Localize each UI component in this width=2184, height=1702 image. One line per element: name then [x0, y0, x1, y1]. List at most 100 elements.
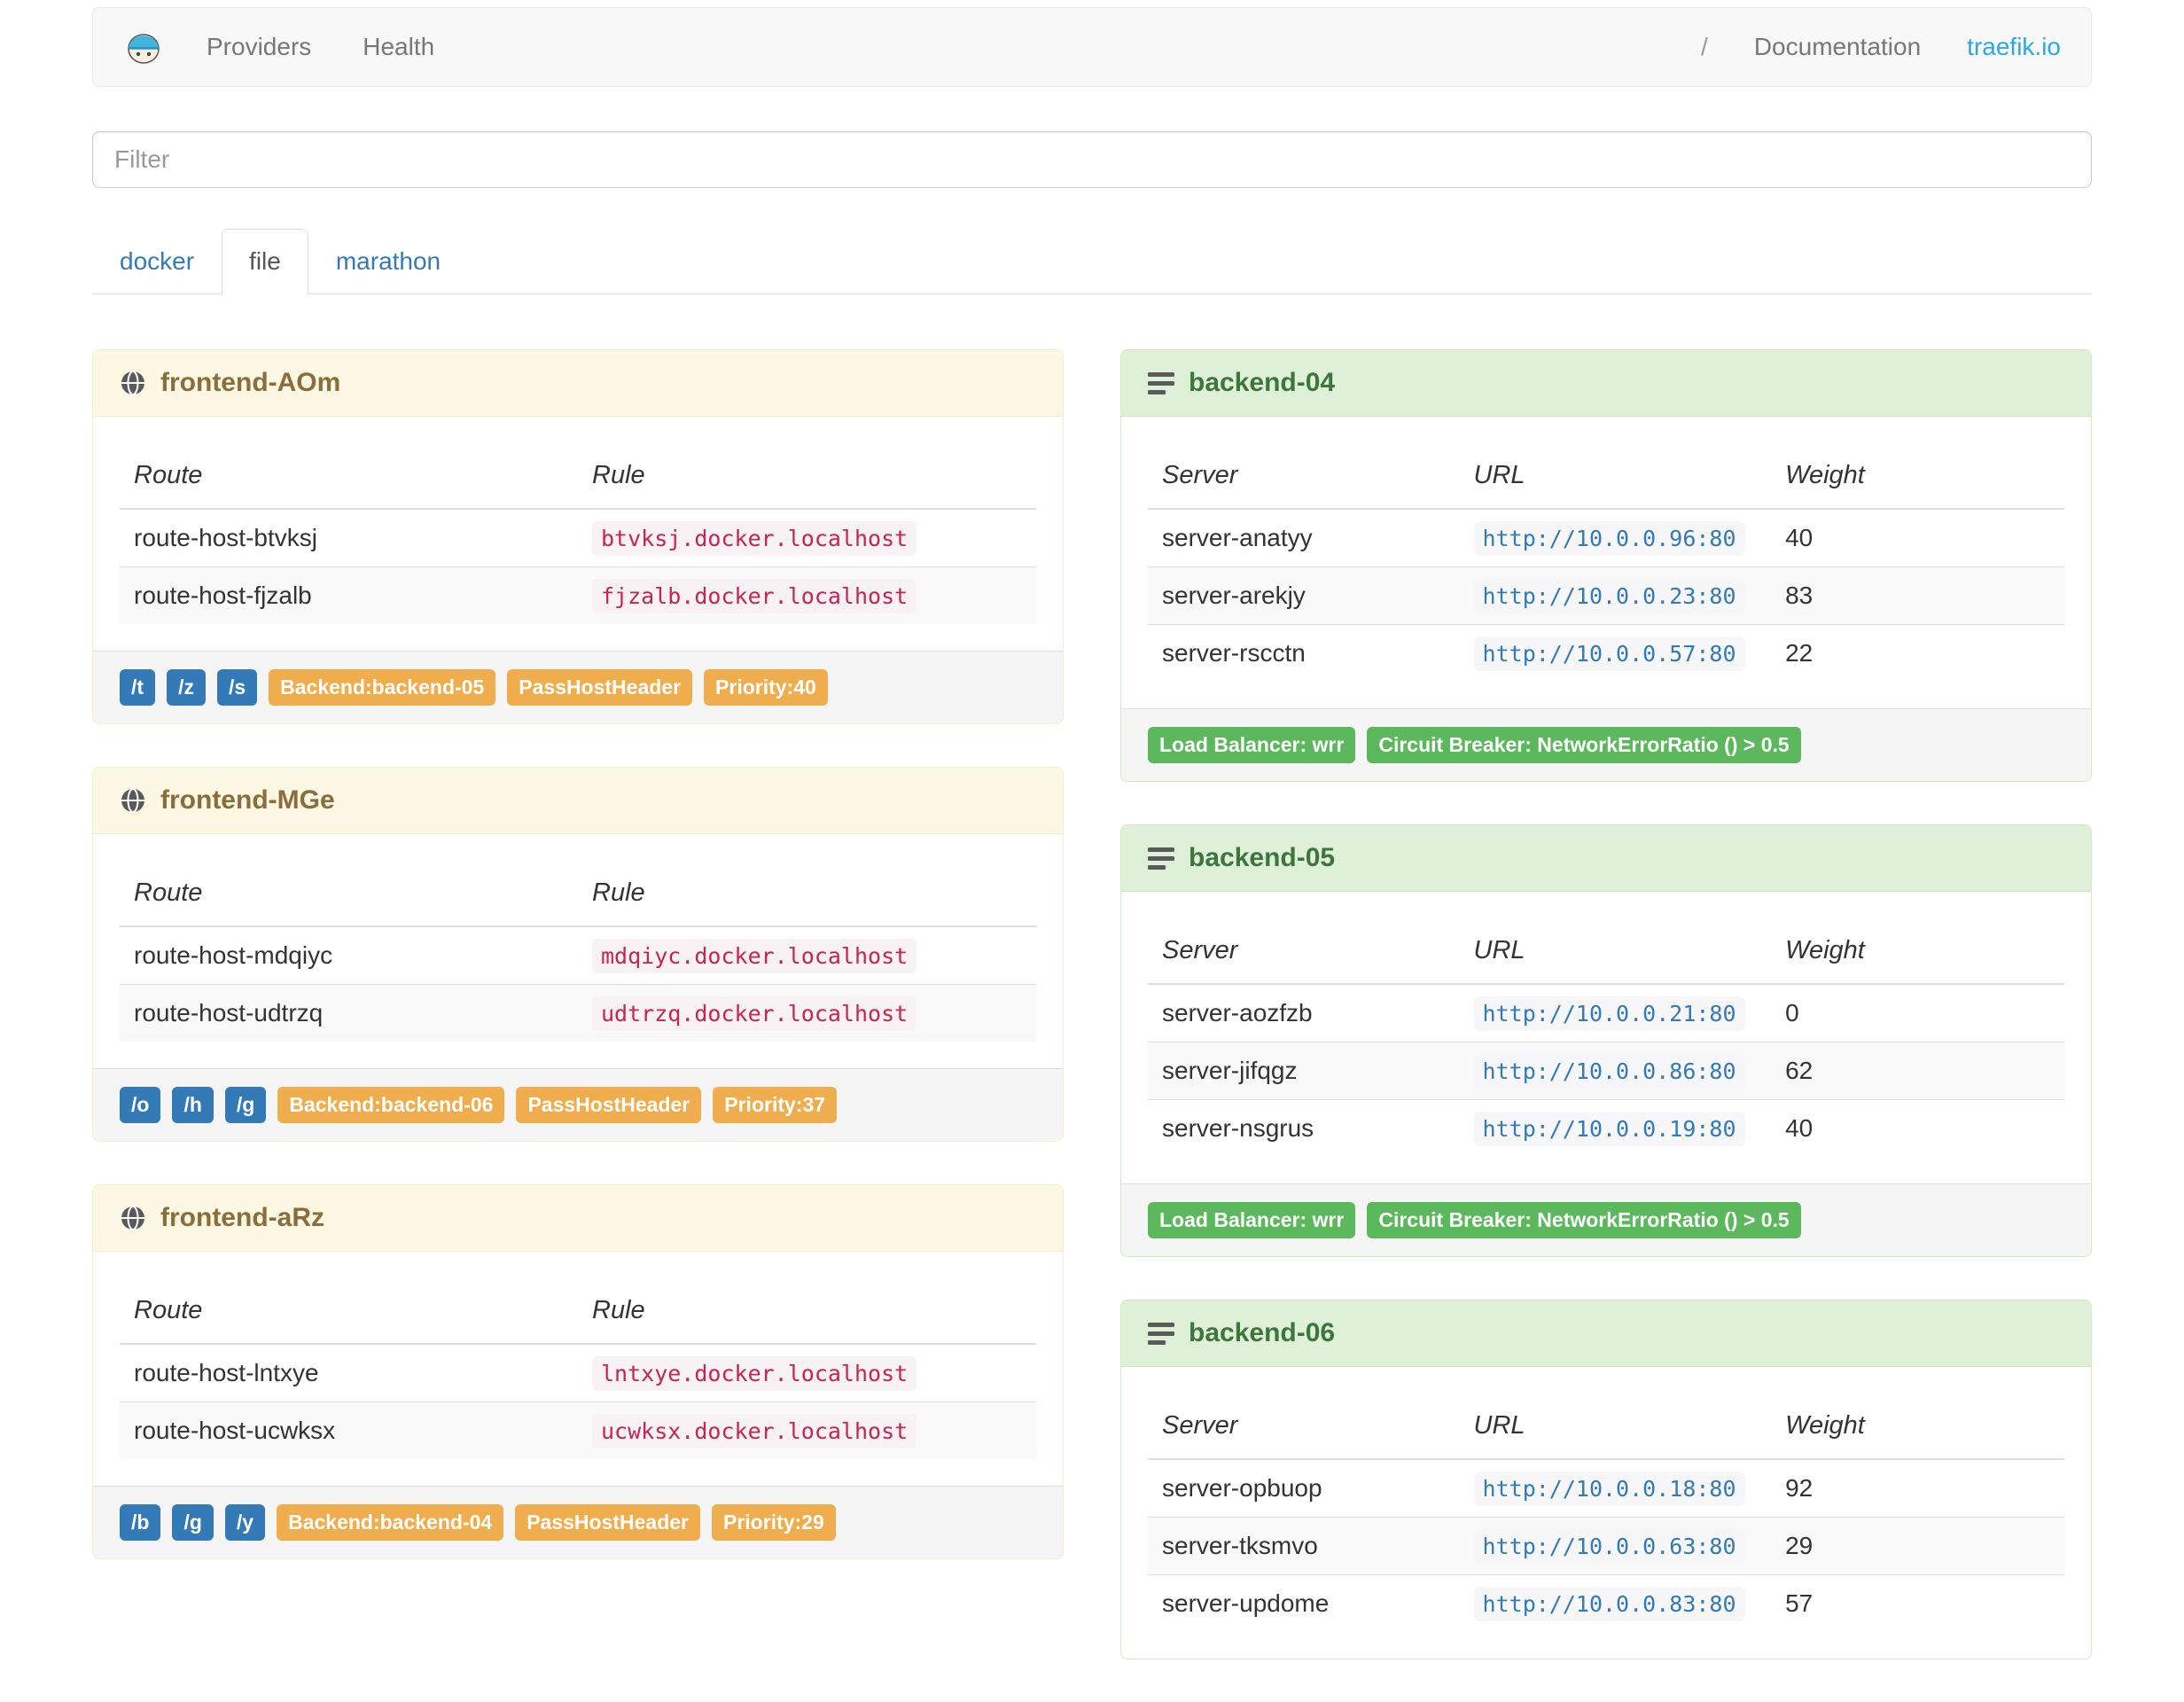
column-header-url: URL: [1459, 1394, 1772, 1460]
route-rule: btvksj.docker.localhost: [592, 521, 917, 556]
table-row: route-host-ucwksx ucwksx.docker.localhos…: [120, 1401, 1036, 1459]
column-header-rule: Rule: [578, 1278, 1036, 1345]
backend-card-footer: Load Balancer: wrr Circuit Breaker: Netw…: [1121, 1183, 2091, 1256]
backend-badge: Backend:backend-05: [269, 669, 496, 706]
table-row: route-host-fjzalb fjzalb.docker.localhos…: [120, 566, 1036, 624]
frontend-card-body: Route Rule route-host-lntxye lntxye.dock…: [93, 1252, 1063, 1486]
column-header-rule: Rule: [578, 861, 1036, 927]
nav-item-health[interactable]: Health: [363, 33, 434, 61]
server-icon: [1148, 1322, 1174, 1345]
backend-badge: Backend:backend-06: [277, 1087, 505, 1123]
frontend-card-header: frontend-MGe: [93, 768, 1063, 834]
table-row: route-host-udtrzq udtrzq.docker.localhos…: [120, 984, 1036, 1042]
path-badge: /g: [224, 1087, 267, 1123]
navbar: Providers Health / Documentation traefik…: [92, 7, 2092, 87]
server-icon: [1148, 847, 1174, 870]
passhostheader-badge: PassHostHeader: [507, 669, 693, 706]
route-rule: lntxye.docker.localhost: [592, 1356, 917, 1391]
passhostheader-badge: PassHostHeader: [516, 1087, 702, 1123]
path-badge: /s: [216, 669, 258, 706]
servers-table: Server URL Weight server-aozfzb http://1…: [1148, 918, 2064, 1157]
server-url: http://10.0.0.19:80: [1473, 1112, 1745, 1146]
column-header-weight: Weight: [1771, 918, 2064, 985]
path-badge: /t: [120, 669, 156, 706]
frontend-card-body: Route Rule route-host-btvksj btvksj.dock…: [93, 417, 1063, 651]
frontend-title: frontend-MGe: [160, 785, 335, 815]
provider-tabs: docker file marathon: [92, 229, 2092, 294]
server-name: server-anatyy: [1148, 508, 1460, 567]
server-url: http://10.0.0.86:80: [1473, 1054, 1745, 1089]
server-weight: 0: [1771, 983, 2064, 1042]
server-name: server-aozfzb: [1148, 983, 1460, 1042]
backend-title: backend-06: [1189, 1318, 1336, 1347]
servers-table: Server URL Weight server-opbuop http://1…: [1148, 1394, 2064, 1632]
server-weight: 62: [1771, 1042, 2064, 1100]
table-row: server-rscctn http://10.0.0.57:80 22: [1148, 624, 2064, 682]
route-rule: udtrzq.docker.localhost: [592, 996, 917, 1031]
server-weight: 22: [1771, 624, 2064, 682]
backend-title: backend-04: [1189, 368, 1336, 397]
frontend-title: frontend-aRz: [160, 1203, 324, 1232]
table-row: server-jifqgz http://10.0.0.86:80 62: [1148, 1042, 2064, 1100]
server-name: server-updome: [1148, 1574, 1460, 1632]
path-badge: /z: [167, 669, 206, 706]
column-header-weight: Weight: [1771, 1394, 2064, 1460]
frontend-card-footer: /o /h /g Backend:backend-06 PassHostHead…: [93, 1068, 1063, 1141]
priority-badge: Priority:29: [712, 1504, 836, 1541]
route-rule: ucwksx.docker.localhost: [592, 1414, 917, 1448]
backend-card-body: Server URL Weight server-aozfzb http://1…: [1121, 892, 2091, 1183]
frontend-card-footer: /t /z /s Backend:backend-05 PassHostHead…: [93, 651, 1063, 723]
tab-marathon[interactable]: marathon: [308, 229, 468, 294]
backend-card-header: backend-04: [1121, 350, 2091, 417]
server-url: http://10.0.0.96:80: [1473, 521, 1745, 556]
frontend-card-body: Route Rule route-host-mdqiyc mdqiyc.dock…: [93, 834, 1063, 1068]
globe-icon: [120, 370, 146, 396]
route-name: route-host-lntxye: [120, 1343, 578, 1402]
frontend-card: frontend-MGe Route Rule route-host-mdqiy…: [92, 767, 1064, 1142]
route-name: route-host-ucwksx: [120, 1401, 578, 1459]
nav-item-traefik-io[interactable]: traefik.io: [1967, 33, 2061, 61]
page: Providers Health / Documentation traefik…: [0, 0, 2184, 1702]
load-balancer-badge: Load Balancer: wrr: [1148, 727, 1356, 763]
frontend-card: frontend-AOm Route Rule route-host-btvks…: [92, 349, 1064, 724]
server-weight: 40: [1771, 1099, 2064, 1157]
tab-file[interactable]: file: [222, 229, 308, 294]
backend-card: backend-05 Server URL Weight server-aozf…: [1120, 824, 2092, 1257]
nav-item-documentation[interactable]: Documentation: [1754, 33, 1921, 61]
server-url: http://10.0.0.83:80: [1473, 1587, 1745, 1621]
filter-input[interactable]: [92, 131, 2092, 188]
column-header-url: URL: [1459, 918, 1772, 985]
table-row: route-host-btvksj btvksj.docker.localhos…: [120, 508, 1036, 567]
traefik-logo[interactable]: [123, 27, 164, 67]
routes-table: Route Rule route-host-mdqiyc mdqiyc.dock…: [120, 861, 1036, 1042]
tab-docker[interactable]: docker: [92, 229, 222, 294]
server-name: server-nsgrus: [1148, 1099, 1460, 1157]
globe-icon: [120, 1205, 146, 1231]
column-header-server: Server: [1148, 443, 1460, 510]
table-row: server-anatyy http://10.0.0.96:80 40: [1148, 508, 2064, 567]
table-row: server-updome http://10.0.0.83:80 57: [1148, 1574, 2064, 1632]
frontend-card: frontend-aRz Route Rule route-host-lntxy…: [92, 1184, 1064, 1559]
server-weight: 29: [1771, 1517, 2064, 1575]
backend-card-footer: Load Balancer: wrr Circuit Breaker: Netw…: [1121, 708, 2091, 781]
circuit-breaker-badge: Circuit Breaker: NetworkErrorRatio () > …: [1367, 727, 1801, 763]
routes-table: Route Rule route-host-lntxye lntxye.dock…: [120, 1278, 1036, 1459]
backend-card: backend-06 Server URL Weight server-opbu…: [1120, 1300, 2092, 1659]
backend-card-header: backend-05: [1121, 825, 2091, 892]
route-rule: mdqiyc.docker.localhost: [592, 939, 917, 973]
backends-column: backend-04 Server URL Weight server-anat…: [1120, 349, 2092, 1702]
server-weight: 57: [1771, 1574, 2064, 1632]
backend-badge: Backend:backend-04: [277, 1504, 504, 1541]
table-row: server-arekjy http://10.0.0.23:80 83: [1148, 566, 2064, 625]
priority-badge: Priority:37: [713, 1087, 838, 1123]
column-header-weight: Weight: [1771, 443, 2064, 510]
route-name: route-host-fjzalb: [120, 566, 578, 624]
nav-item-providers[interactable]: Providers: [207, 33, 311, 61]
server-name: server-tksmvo: [1148, 1517, 1460, 1575]
server-name: server-arekjy: [1148, 566, 1460, 625]
server-weight: 40: [1771, 508, 2064, 567]
path-badge: /b: [120, 1504, 161, 1541]
backend-card: backend-04 Server URL Weight server-anat…: [1120, 349, 2092, 782]
column-header-route: Route: [120, 1278, 578, 1345]
server-weight: 83: [1771, 566, 2064, 625]
